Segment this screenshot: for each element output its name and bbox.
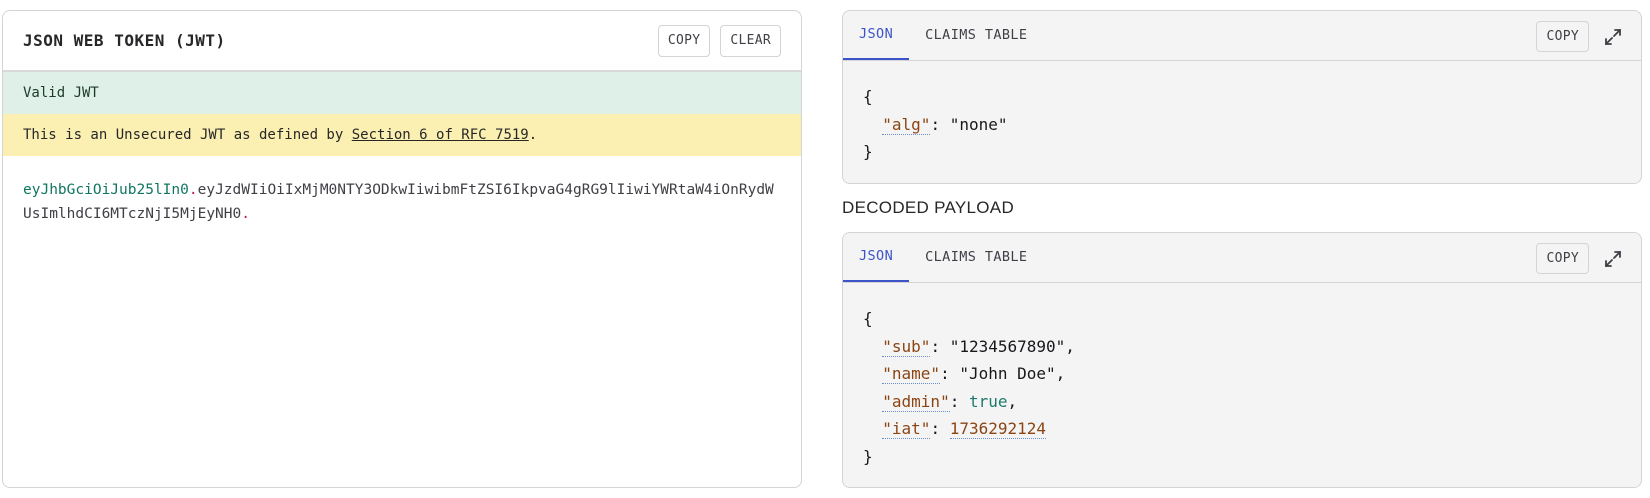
json-value: "John Doe" [959,364,1056,383]
json-open-brace: { [863,87,873,106]
panel-title: JSON WEB TOKEN (JWT) [23,31,226,50]
payload-tabs: JSON CLAIMS TABLE [843,233,1043,282]
json-key[interactable]: "name" [882,364,941,384]
header-tabs-bar: JSON CLAIMS TABLE COPY [843,11,1641,61]
encoded-panel-header: JSON WEB TOKEN (JWT) COPY CLEAR [3,11,801,72]
json-value[interactable]: 1736292124 [949,419,1047,439]
payload-tabs-bar: JSON CLAIMS TABLE COPY [843,233,1641,283]
tab-json[interactable]: JSON [843,11,910,60]
json-key[interactable]: "alg" [882,114,931,135]
tab-claims-table[interactable]: CLAIMS TABLE [909,11,1043,60]
json-open-brace: { [863,309,873,328]
json-line-name: "name": "John Doe", [882,364,1066,384]
unsecured-warning-banner: This is an Unsecured JWT as defined by S… [3,114,801,156]
token-input[interactable]: eyJhbGciOiJub25lIn0.eyJzdWIiOiIxMjM0NTY3… [3,156,801,226]
json-line-sub: "sub": "1234567890", [882,336,1075,357]
token-separator: . [241,206,250,222]
copy-token-button[interactable]: COPY [657,24,711,57]
header-json-view: { "alg": "none" } [843,61,1641,166]
json-close-brace: } [863,446,873,466]
copy-header-button[interactable]: COPY [1536,21,1589,52]
warning-suffix: . [528,127,538,143]
token-header-segment: eyJhbGciOiJub25lIn0 [23,182,189,198]
json-value: "1234567890" [949,336,1066,356]
payload-json-view: { "sub": "1234567890", "name": "John Doe… [843,283,1641,470]
header-tabs: JSON CLAIMS TABLE [843,11,1043,60]
encoded-jwt-panel: JSON WEB TOKEN (JWT) COPY CLEAR Valid JW… [2,10,802,488]
json-line-alg: "alg": "none" [882,114,1008,135]
json-key[interactable]: "iat" [882,419,931,439]
json-key[interactable]: "admin" [882,391,950,412]
rfc-link[interactable]: Section 6 of RFC 7519 [352,127,529,143]
encoded-actions: COPY CLEAR [657,24,781,57]
json-line-admin: "admin": true, [882,391,1018,412]
copy-payload-button[interactable]: COPY [1536,243,1589,274]
decoded-payload-title: DECODED PAYLOAD [842,198,1015,217]
decoded-header-panel: JSON CLAIMS TABLE COPY { "alg": "none" } [842,10,1642,184]
clear-token-button[interactable]: CLEAR [720,24,781,57]
tab-claims-table[interactable]: CLAIMS TABLE [909,233,1043,282]
json-value: true [968,391,1008,411]
json-key[interactable]: "sub" [882,336,931,357]
valid-status-banner: Valid JWT [3,72,801,114]
expand-icon[interactable] [1599,23,1627,51]
token-separator: . [188,182,198,198]
json-close-brace: } [863,142,873,161]
expand-icon[interactable] [1599,245,1627,273]
json-line-iat: "iat": 1736292124 [882,419,1047,439]
warning-text: This is an Unsecured JWT as defined by [23,127,352,143]
tab-json[interactable]: JSON [843,233,910,282]
payload-tools: COPY [1536,243,1627,274]
decoded-payload-panel: JSON CLAIMS TABLE COPY { "sub": "1234567… [842,232,1642,488]
json-value: "none" [949,114,1008,134]
header-tools: COPY [1536,21,1627,52]
